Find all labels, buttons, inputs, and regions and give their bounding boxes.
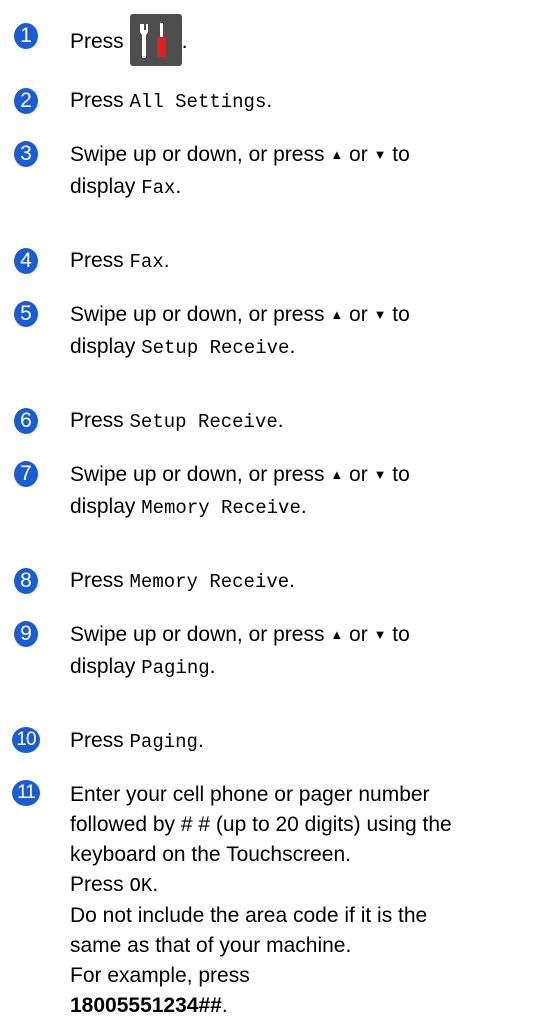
example-number: 18005551234## <box>70 994 222 1017</box>
step-number: 7 <box>14 461 38 487</box>
ui-label: Memory Receive <box>129 571 290 593</box>
step-text: Press <box>70 89 124 112</box>
step-number: 3 <box>14 141 38 167</box>
up-arrow-icon: ▲ <box>330 627 344 642</box>
up-arrow-icon: ▲ <box>330 147 344 162</box>
step-number: 2 <box>14 88 38 114</box>
ui-label: All Settings <box>129 91 267 113</box>
ui-label: Memory Receive <box>141 497 301 519</box>
ui-label: Paging <box>129 731 198 753</box>
settings-tools-icon <box>129 14 182 67</box>
step-number: 9 <box>14 621 38 647</box>
step-number: 8 <box>14 568 38 594</box>
step-text: Press <box>70 30 124 53</box>
step-number: 1 <box>14 23 38 49</box>
step-number: 5 <box>14 301 38 327</box>
up-arrow-icon: ▲ <box>330 467 344 482</box>
ui-label: Paging <box>141 657 210 679</box>
step-number: 4 <box>14 248 38 274</box>
ui-label: Fax <box>141 177 176 199</box>
step-number: 11 <box>12 780 40 806</box>
down-arrow-icon: ▼ <box>373 147 387 162</box>
ui-label: Fax <box>129 251 164 273</box>
down-arrow-icon: ▼ <box>373 627 387 642</box>
ui-label: Setup Receive <box>141 337 290 359</box>
down-arrow-icon: ▼ <box>373 467 387 482</box>
ui-label: OK <box>129 875 153 897</box>
ui-label: Setup Receive <box>129 411 278 433</box>
down-arrow-icon: ▼ <box>373 307 387 322</box>
step-number: 10 <box>12 727 40 753</box>
up-arrow-icon: ▲ <box>330 307 344 322</box>
step-number: 6 <box>14 408 38 434</box>
